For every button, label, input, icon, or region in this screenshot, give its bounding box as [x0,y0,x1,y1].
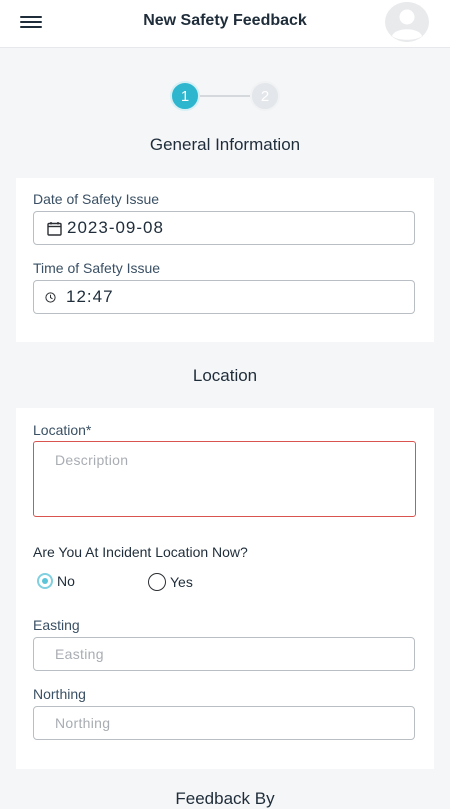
radio-yes-label: Yes [170,574,193,590]
northing-placeholder: Northing [55,715,111,731]
calendar-icon [47,221,62,236]
incident-location-question: Are You At Incident Location Now? [33,544,248,560]
step-2-indicator[interactable]: 2 [250,81,280,111]
general-information-title: General Information [149,135,301,154]
location-card: Location* Description Are You At Inciden… [16,408,434,769]
time-label: Time of Safety Issue [33,260,161,276]
progress-stepper: 1 2 [170,81,282,113]
northing-label: Northing [33,686,86,702]
radio-no-indicator[interactable] [37,573,53,589]
time-field[interactable]: 12:47 [33,280,415,314]
app-header: New Safety Feedback [0,0,450,48]
radio-option-no[interactable]: No [37,573,75,589]
easting-label: Easting [33,617,80,633]
radio-no-label: No [57,573,75,589]
northing-input[interactable]: Northing [33,706,415,740]
user-avatar-icon[interactable] [385,2,429,42]
location-title: Location [192,366,258,385]
page-title: New Safety Feedback [143,12,307,29]
date-value: 2023-09-08 [67,218,164,237]
step-1-indicator[interactable]: 1 [170,81,200,111]
radio-yes-indicator[interactable] [148,573,166,591]
date-field[interactable]: 2023-09-08 [33,211,415,245]
easting-placeholder: Easting [55,646,104,662]
location-description-placeholder: Description [55,452,129,468]
feedback-by-title: Feedback By [175,789,275,808]
stepper-connector [200,95,250,97]
date-label: Date of Safety Issue [33,191,160,207]
radio-option-yes[interactable]: Yes [148,573,193,591]
location-description-input[interactable]: Description [33,441,416,517]
easting-input[interactable]: Easting [33,637,415,671]
time-value: 12:47 [66,287,114,306]
general-information-card: Date of Safety Issue 2023-09-08 Time of … [16,178,434,342]
clock-icon [45,291,56,303]
location-label: Location* [33,422,92,438]
